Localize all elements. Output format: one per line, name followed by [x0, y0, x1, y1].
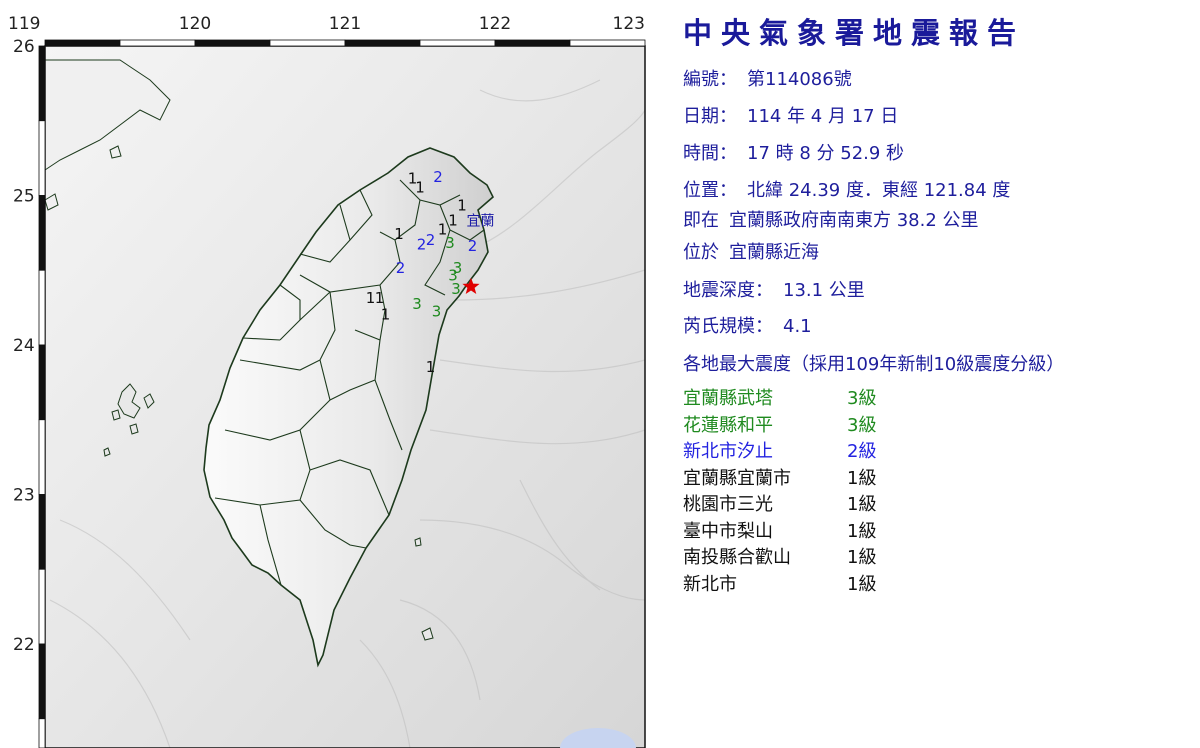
intensity-location: 南投縣合歡山 — [683, 547, 791, 568]
time-value: 17 時 8 分 52.9 秒 — [747, 143, 905, 164]
depth-value: 13.1 公里 — [783, 280, 865, 301]
date-label: 日期： — [683, 106, 737, 127]
report-number-row: 編號： 第114086號 — [683, 65, 852, 91]
magnitude-value: 4.1 — [783, 316, 812, 337]
depth-label: 地震深度： — [683, 280, 773, 301]
frame-tick-bar — [38, 45, 46, 122]
frame-tick-bar — [269, 39, 346, 47]
intensity-mark: 3 — [451, 280, 461, 298]
intensity-level: 1級 — [847, 467, 877, 489]
frame-tick-bar — [38, 718, 46, 748]
intensity-mark: 1 — [426, 358, 436, 376]
latitude-tick-label: 24 — [13, 336, 35, 356]
intensity-location: 新北市 — [683, 573, 737, 595]
intensity-level: 3級 — [847, 414, 877, 436]
intensity-level: 1級 — [847, 494, 877, 515]
intensity-location: 宜蘭縣武塔 — [683, 388, 773, 409]
frame-tick-bar — [194, 39, 271, 47]
region-row: 位於 宜蘭縣近海 — [683, 238, 819, 264]
longitude-tick-label: 122 — [479, 14, 511, 34]
located-value: 宜蘭縣政府南南東方 38.2 公里 — [729, 210, 979, 231]
longitude-tick-label: 123 — [613, 14, 645, 34]
frame-tick-bar — [38, 494, 46, 570]
latitude-tick-label: 26 — [13, 37, 35, 57]
frame-tick-bar — [38, 195, 46, 271]
intensity-heading: 各地最大震度（採用109年新制10級震度分級） — [683, 354, 1065, 375]
number-label: 編號： — [683, 69, 737, 90]
frame-tick-bar — [38, 568, 46, 645]
latitude-tick-label: 25 — [13, 187, 35, 207]
intensity-mark: 3 — [412, 295, 422, 313]
time-label: 時間： — [683, 143, 737, 164]
longitude-tick-label: 119 — [8, 14, 40, 34]
date-value: 114 年 4 月 17 日 — [747, 106, 899, 127]
intensity-location: 宜蘭縣宜蘭市 — [683, 467, 791, 489]
frame-tick-bar — [44, 39, 121, 47]
region-value: 宜蘭縣近海 — [729, 242, 819, 263]
report-panel: 中央氣象署地震報告 編號： 第114086號 日期： 114 年 4 月 17 日 … — [683, 0, 1193, 748]
position-row: 位置： 北緯 24.39 度．東經 121.84 度 — [683, 176, 1010, 202]
magnitude-label: 芮氏規模： — [683, 316, 773, 337]
report-title: 中央氣象署地震報告 — [683, 16, 1026, 50]
frame-tick-bar — [494, 39, 571, 47]
frame-tick-bar — [419, 39, 496, 47]
longitude-tick-label: 121 — [329, 14, 361, 34]
earthquake-map: 119 120 121 122 123 26 25 24 23 22 12111112232233… — [0, 0, 668, 748]
frame-tick-bar — [38, 419, 46, 495]
magnitude-row: 芮氏規模： 4.1 — [683, 312, 812, 338]
located-row: 即在 宜蘭縣政府南南東方 38.2 公里 — [683, 206, 979, 232]
latitude-tick-label: 22 — [13, 635, 35, 655]
depth-row: 地震深度： 13.1 公里 — [683, 276, 865, 302]
date-row: 日期： 114 年 4 月 17 日 — [683, 102, 898, 128]
frame-tick-bar — [38, 643, 46, 720]
intensity-level: 3級 — [847, 388, 877, 409]
intensity-location: 花蓮縣和平 — [683, 414, 773, 436]
frame-tick-bar — [38, 344, 46, 421]
intensity-level: 1級 — [847, 547, 877, 568]
intensity-mark: 3 — [432, 303, 442, 321]
intensity-mark: 1 — [448, 211, 458, 229]
intensity-mark: 3 — [445, 234, 455, 252]
time-row: 時間： 17 時 8 分 52.9 秒 — [683, 139, 904, 165]
intensity-location: 臺中市梨山 — [683, 520, 773, 542]
report-number: 第114086號 — [747, 69, 852, 90]
intensity-mark: 2 — [433, 168, 443, 186]
frame-tick-bar — [119, 39, 196, 47]
intensity-mark: 1 — [415, 179, 425, 197]
longitude-tick-label: 120 — [179, 14, 211, 34]
station-name-label: 宜蘭 — [467, 213, 495, 229]
intensity-mark: 2 — [468, 237, 478, 255]
intensity-mark: 1 — [375, 289, 385, 307]
region-label: 位於 — [683, 242, 719, 263]
intensity-level: 1級 — [847, 520, 877, 542]
frame-tick-bar — [344, 39, 421, 47]
position-value: 北緯 24.39 度．東經 121.84 度 — [747, 180, 1011, 201]
intensity-level: 1級 — [847, 573, 877, 595]
intensity-mark: 1 — [394, 225, 404, 243]
intensity-mark: 2 — [426, 231, 436, 249]
map-canvas: 119 120 121 122 1232625242322 1 2111112 2 3 22 33… — [8, 14, 646, 748]
frame-tick-bar — [38, 120, 46, 196]
frame-tick-bar — [569, 39, 646, 47]
intensity-location: 桃園市三光 — [683, 494, 773, 515]
intensity-level: 2級 — [847, 441, 877, 462]
intensity-mark: 1 — [457, 196, 467, 214]
frame-tick-bar — [38, 269, 46, 346]
intensity-location: 新北市汐止 — [683, 441, 773, 462]
position-label: 位置： — [683, 180, 737, 201]
located-label: 即在 — [683, 210, 719, 231]
latitude-tick-label: 23 — [13, 486, 35, 506]
intensity-mark: 2 — [396, 259, 406, 277]
intensity-mark: 1 — [381, 306, 391, 324]
